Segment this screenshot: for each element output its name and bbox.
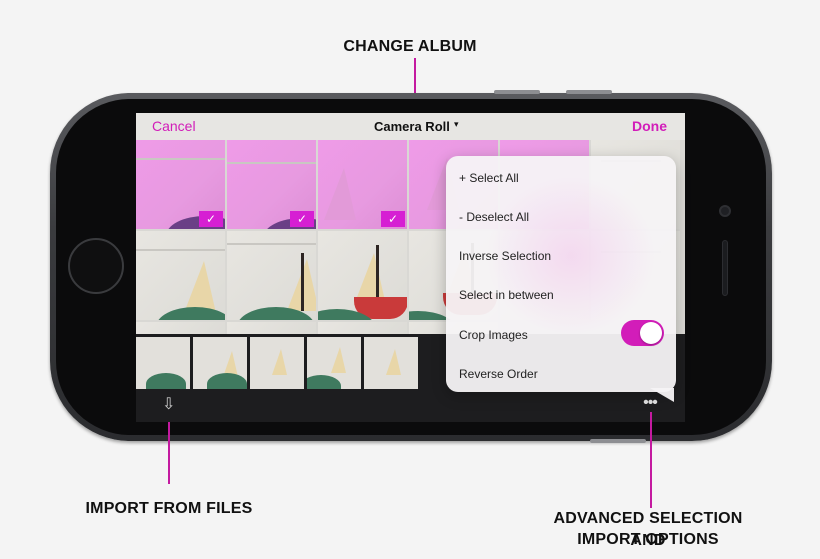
photo-detail <box>184 261 216 313</box>
crop-images-toggle[interactable] <box>621 320 664 346</box>
selected-thumbnail[interactable] <box>136 337 190 389</box>
selected-check-icon: ✓ <box>199 211 223 227</box>
photo-detail <box>301 253 304 311</box>
photo-detail <box>136 249 225 251</box>
callout-import-from-files: IMPORT FROM FILES <box>85 500 253 517</box>
menu-item-inverse-selection[interactable]: Inverse Selection <box>459 249 551 263</box>
photo-detail <box>227 162 316 164</box>
photo-tile[interactable] <box>136 231 225 320</box>
photo-detail <box>272 349 287 375</box>
callout-change-album: CHANGE ALBUM <box>343 38 477 55</box>
photo-detail <box>376 245 379 303</box>
photo-detail <box>227 243 316 245</box>
selected-check-icon: ✓ <box>290 211 314 227</box>
menu-item-deselect-all[interactable]: - Deselect All <box>459 210 529 224</box>
photo-tile[interactable]: ✓ <box>136 140 225 229</box>
menu-item-select-in-between[interactable]: Select in between <box>459 288 554 302</box>
photo-detail <box>307 375 341 389</box>
selected-thumbnail[interactable] <box>250 337 304 389</box>
cancel-button[interactable]: Cancel <box>152 118 196 134</box>
selected-thumbnail[interactable] <box>364 337 418 389</box>
photo-detail <box>331 347 346 373</box>
side-button <box>590 439 646 443</box>
photo-detail <box>146 373 186 389</box>
page: CHANGE ALBUM Cancel Camera Roll ▾ Done ✓ <box>0 0 820 559</box>
menu-item-crop-images: Crop Images <box>459 328 528 342</box>
photo-tile[interactable] <box>227 322 316 334</box>
chevron-down-icon[interactable]: ▾ <box>454 119 459 130</box>
photo-detail <box>207 373 247 389</box>
menu-item-select-all[interactable]: + Select All <box>459 171 519 185</box>
photo-detail <box>136 158 225 160</box>
callout-advanced-line2: IMPORT OPTIONS <box>577 531 719 548</box>
selected-check-icon: ✓ <box>381 211 405 227</box>
photo-detail <box>156 307 225 320</box>
done-button[interactable]: Done <box>632 118 667 134</box>
more-icon[interactable]: ••• <box>641 394 659 412</box>
photo-tile[interactable] <box>318 322 407 334</box>
volume-button <box>566 90 612 94</box>
photo-detail <box>324 168 356 220</box>
photo-tile[interactable] <box>227 231 316 320</box>
album-title-button[interactable]: Camera Roll <box>374 119 450 134</box>
front-camera <box>719 205 731 217</box>
volume-button <box>494 90 540 94</box>
photo-tile[interactable]: ✓ <box>318 140 407 229</box>
toggle-knob <box>640 322 662 344</box>
home-button[interactable] <box>68 238 124 294</box>
photo-tile[interactable] <box>136 322 225 334</box>
import-icon[interactable]: ⇩ <box>162 396 180 414</box>
callout-import-line <box>168 422 170 484</box>
options-popover: + Select All - Deselect All Inverse Sele… <box>446 156 676 392</box>
navigation-bar: Cancel Camera Roll ▾ Done <box>136 113 685 140</box>
selected-thumbnail[interactable] <box>193 337 247 389</box>
photo-detail <box>386 349 401 375</box>
photo-tile[interactable]: ✓ <box>227 140 316 229</box>
menu-item-reverse-order[interactable]: Reverse Order <box>459 367 538 381</box>
callout-advanced-line <box>650 412 652 508</box>
bottom-toolbar: ⇩ ••• <box>136 390 685 422</box>
speaker-grille <box>722 240 728 296</box>
selected-thumbnail[interactable] <box>307 337 361 389</box>
photo-tile[interactable] <box>318 231 407 320</box>
